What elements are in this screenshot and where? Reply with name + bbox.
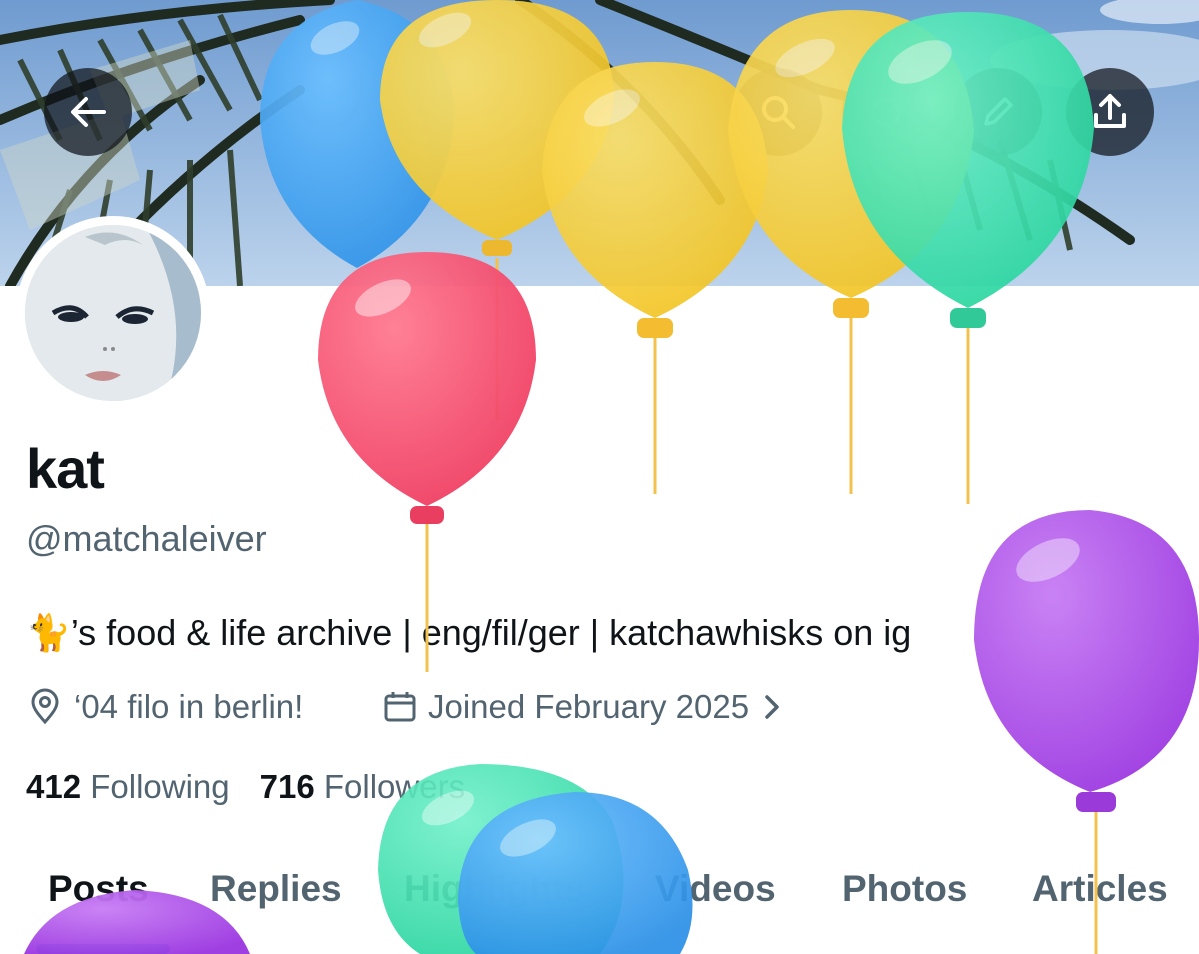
followers-count: 716 bbox=[259, 768, 315, 805]
arrow-left-icon bbox=[71, 97, 106, 127]
profile-bio: 🐈’s food & life archive | eng/fil/ger | … bbox=[26, 612, 911, 654]
back-button[interactable] bbox=[44, 68, 132, 156]
following-count: 412 bbox=[26, 768, 82, 805]
share-button[interactable] bbox=[1066, 68, 1154, 156]
circle-icon bbox=[871, 97, 901, 127]
tab-posts[interactable]: Posts bbox=[48, 868, 149, 910]
joined-row[interactable]: Joined February 2025 bbox=[382, 688, 785, 726]
avatar[interactable] bbox=[25, 225, 201, 401]
bio-text: ’s food & life archive | eng/fil/ger | k… bbox=[70, 612, 912, 653]
location-text: ‘04 filo in berlin! bbox=[74, 688, 304, 725]
joined-text: Joined February 2025 bbox=[428, 688, 750, 725]
tab-photos[interactable]: Photos bbox=[842, 868, 967, 910]
chevron-right-icon bbox=[765, 695, 779, 719]
profile-handle: @matchaleiver bbox=[26, 518, 267, 559]
profile-tabs: Posts Replies Highlights Videos Photos A… bbox=[0, 868, 1199, 920]
followers-stat[interactable]: 716 Followers bbox=[260, 768, 465, 806]
tab-articles[interactable]: Articles bbox=[1032, 868, 1168, 910]
location-row: ‘04 filo in berlin! bbox=[26, 688, 303, 726]
avatar-image bbox=[25, 225, 201, 401]
tab-videos[interactable]: Videos bbox=[655, 868, 776, 910]
calendar-icon bbox=[384, 692, 416, 722]
balloon-pink bbox=[318, 252, 536, 524]
follow-stats: 412 Following 716 Followers bbox=[26, 768, 465, 806]
active-tab-indicator bbox=[36, 944, 170, 954]
grok-button[interactable] bbox=[842, 68, 930, 156]
profile-name: kat bbox=[26, 437, 105, 500]
search-icon bbox=[762, 96, 795, 129]
cat-emoji: 🐈 bbox=[26, 612, 71, 653]
following-stat[interactable]: 412 Following bbox=[26, 768, 230, 806]
balloon-purple-right bbox=[974, 510, 1199, 812]
followers-label: Followers bbox=[323, 768, 466, 805]
pencil-icon bbox=[984, 97, 1013, 126]
search-button[interactable] bbox=[734, 68, 822, 156]
share-upload-icon bbox=[1094, 94, 1126, 128]
avatar-frame[interactable] bbox=[16, 216, 210, 410]
location-pin-icon bbox=[31, 688, 59, 725]
tab-highlights[interactable]: Highlights bbox=[404, 868, 585, 910]
following-label: Following bbox=[90, 768, 230, 805]
edit-button[interactable] bbox=[954, 68, 1042, 156]
tab-replies[interactable]: Replies bbox=[210, 868, 342, 910]
